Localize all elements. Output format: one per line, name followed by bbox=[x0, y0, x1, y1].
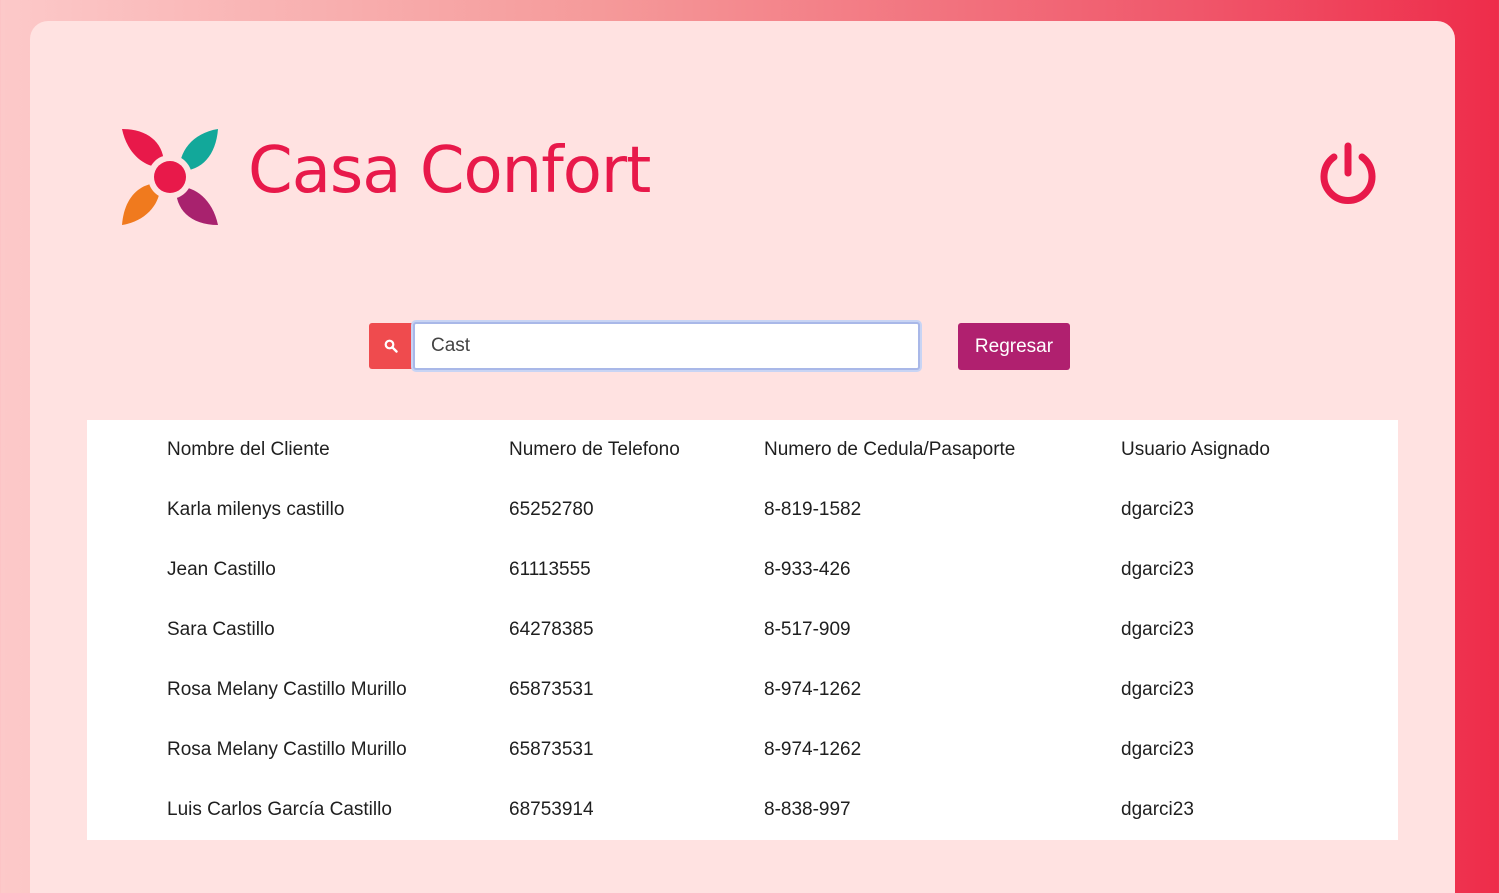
table-row[interactable]: Sara Castillo 64278385 8-517-909 dgarci2… bbox=[167, 600, 1361, 660]
table-row[interactable]: Luis Carlos García Castillo 68753914 8-8… bbox=[167, 780, 1361, 840]
cell-id-passport: 8-933-426 bbox=[764, 559, 851, 580]
column-header-assigned-user: Usuario Asignado bbox=[1121, 439, 1270, 460]
cell-id-passport: 8-838-997 bbox=[764, 799, 851, 820]
clients-table-container: Nombre del Cliente Numero de Telefono Nu… bbox=[87, 420, 1398, 840]
cell-id-passport: 8-517-909 bbox=[764, 619, 851, 640]
cell-client-name: Rosa Melany Castillo Murillo bbox=[167, 739, 407, 760]
cell-phone: 64278385 bbox=[509, 619, 594, 640]
cell-assigned-user: dgarci23 bbox=[1121, 619, 1194, 640]
cell-client-name: Jean Castillo bbox=[167, 559, 276, 580]
cell-assigned-user: dgarci23 bbox=[1121, 679, 1194, 700]
back-button[interactable]: Regresar bbox=[958, 323, 1070, 370]
cell-phone: 61113555 bbox=[509, 559, 591, 580]
flower-logo-icon bbox=[122, 129, 218, 225]
brand-name: Casa Confort bbox=[248, 134, 651, 208]
search-input[interactable] bbox=[413, 322, 920, 370]
cell-id-passport: 8-974-1262 bbox=[764, 679, 862, 700]
cell-phone: 65873531 bbox=[509, 679, 594, 700]
clients-table: Nombre del Cliente Numero de Telefono Nu… bbox=[167, 420, 1361, 840]
column-header-id-passport: Numero de Cedula/Pasaporte bbox=[764, 439, 1016, 460]
column-header-client-name: Nombre del Cliente bbox=[167, 439, 330, 460]
main-card: Casa Confort Regresar Nombre del Cliente… bbox=[30, 21, 1455, 893]
cell-phone: 68753914 bbox=[509, 799, 594, 820]
power-icon[interactable] bbox=[1315, 141, 1381, 207]
table-row[interactable]: Jean Castillo 61113555 8-933-426 dgarci2… bbox=[167, 540, 1361, 600]
table-row[interactable]: Karla milenys castillo 65252780 8-819-15… bbox=[167, 480, 1361, 540]
search-icon bbox=[384, 339, 398, 353]
cell-phone: 65873531 bbox=[509, 739, 594, 760]
search-button[interactable] bbox=[369, 323, 413, 369]
cell-client-name: Rosa Melany Castillo Murillo bbox=[167, 679, 407, 700]
table-header-row: Nombre del Cliente Numero de Telefono Nu… bbox=[167, 420, 1361, 480]
cell-assigned-user: dgarci23 bbox=[1121, 739, 1194, 760]
cell-assigned-user: dgarci23 bbox=[1121, 499, 1194, 520]
cell-phone: 65252780 bbox=[509, 499, 594, 520]
cell-client-name: Sara Castillo bbox=[167, 619, 275, 640]
cell-assigned-user: dgarci23 bbox=[1121, 559, 1194, 580]
column-header-phone: Numero de Telefono bbox=[509, 439, 680, 460]
cell-id-passport: 8-974-1262 bbox=[764, 739, 862, 760]
table-row[interactable]: Rosa Melany Castillo Murillo 65873531 8-… bbox=[167, 660, 1361, 720]
cell-id-passport: 8-819-1582 bbox=[764, 499, 862, 520]
cell-client-name: Luis Carlos García Castillo bbox=[167, 799, 392, 820]
cell-client-name: Karla milenys castillo bbox=[167, 499, 345, 520]
table-row[interactable]: Rosa Melany Castillo Murillo 65873531 8-… bbox=[167, 720, 1361, 780]
cell-assigned-user: dgarci23 bbox=[1121, 799, 1194, 820]
